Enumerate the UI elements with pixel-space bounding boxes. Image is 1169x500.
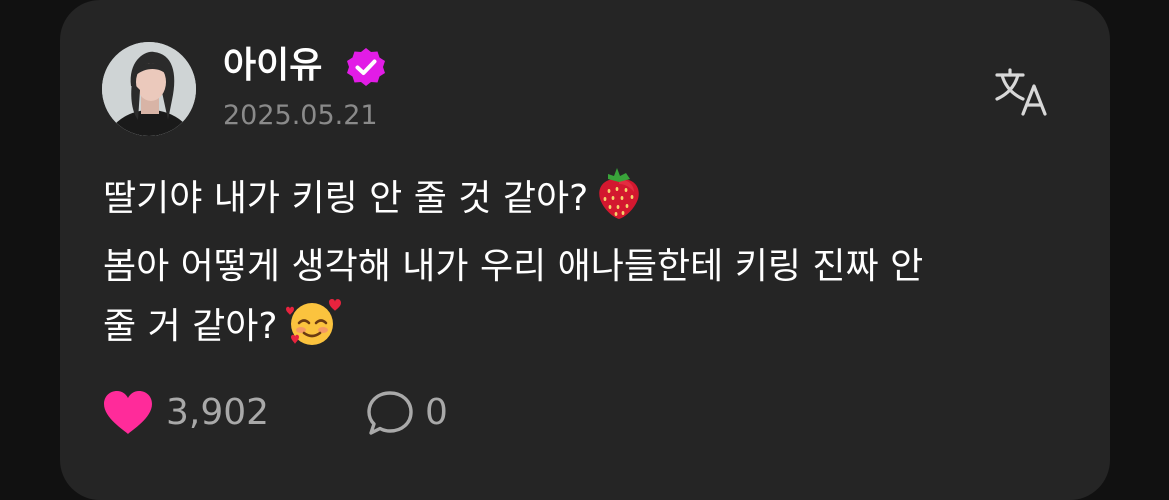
avatar[interactable] bbox=[102, 42, 196, 136]
author-name[interactable]: 아이유 bbox=[223, 42, 322, 90]
strawberry-emoji bbox=[596, 166, 642, 238]
avatar-image bbox=[102, 42, 196, 136]
post-line: 봄아 어떻게 생각해 내가 우리 애나들한테 키링 진짜 안 bbox=[103, 246, 924, 287]
post-line: 딸기야 내가 키링 안 줄 것 같아? bbox=[103, 166, 1063, 238]
smiling-face-with-hearts-emoji bbox=[285, 296, 342, 366]
heart-icon[interactable] bbox=[102, 390, 154, 436]
post-date: 2025.05.21 bbox=[223, 100, 378, 131]
comment-count: 0 bbox=[425, 392, 448, 433]
verified-badge-icon bbox=[347, 48, 385, 86]
post-card: 아이유 2025.05.21 딸기야 내가 키링 안 줄 것 같아? 봄아 어떻… bbox=[60, 0, 1110, 500]
post-line: 줄 거 같아? bbox=[103, 296, 1063, 366]
translate-icon[interactable] bbox=[994, 66, 1050, 118]
post-body: 딸기야 내가 키링 안 줄 것 같아? 봄아 어떻게 생각해 내가 우리 애나들… bbox=[103, 166, 1063, 366]
like-count: 3,902 bbox=[166, 392, 270, 433]
comment-icon[interactable] bbox=[366, 390, 416, 438]
